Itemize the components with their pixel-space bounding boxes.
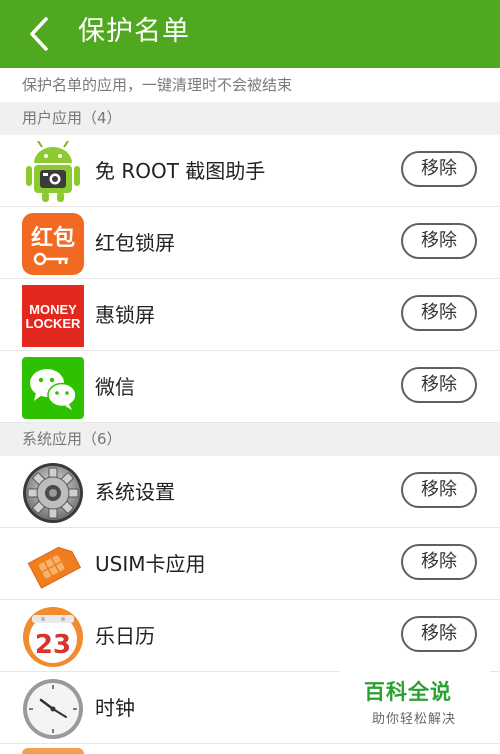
list-item: 23 乐日历 移除 [0, 600, 500, 672]
list-item: USIM卡应用 移除 [0, 528, 500, 600]
remove-button[interactable]: 移除 [401, 151, 477, 187]
list-item: 红包 红包锁屏 移除 [0, 207, 500, 279]
app-name: USIM卡应用 [95, 552, 206, 576]
hongbao-key-icon: 红包 [22, 213, 84, 275]
clock-icon [22, 678, 84, 740]
app-name: 系统设置 [95, 480, 175, 504]
page-title: 保护名单 [78, 16, 190, 47]
remove-button[interactable]: 移除 [401, 367, 477, 403]
remove-button[interactable]: 移除 [401, 472, 477, 508]
watermark-title: 百科全说 [364, 680, 452, 704]
app-bar: 保护名单 [0, 0, 500, 68]
icon-label-line-1: MONEY [29, 302, 77, 317]
chevron-left-icon [30, 17, 48, 51]
gear-icon [22, 462, 84, 524]
section-header-user-apps: 用户应用（4） [0, 102, 500, 135]
page-description: 保护名单的应用，一键清理时不会被结束 [0, 68, 500, 102]
section-header-system-apps: 系统应用（6） [0, 423, 500, 456]
money-locker-icon: MONEY LOCKER [22, 285, 84, 347]
remove-button[interactable]: 移除 [401, 223, 477, 259]
list-item: 免 ROOT 截图助手 移除 [0, 135, 500, 207]
calendar-date: 23 [35, 630, 71, 660]
watermark-subtitle: 助你轻松解决 [372, 712, 457, 727]
app-name: 乐日历 [95, 624, 155, 648]
remove-button[interactable]: 移除 [401, 544, 477, 580]
wechat-icon [22, 357, 84, 419]
app-icon-partial [22, 748, 84, 754]
app-name: 微信 [95, 375, 135, 399]
app-name: 免 ROOT 截图助手 [95, 159, 266, 183]
watermark-logo: 百科全说 助你轻松解决 [340, 668, 490, 734]
app-name: 红包锁屏 [95, 231, 175, 255]
app-name: 时钟 [95, 696, 135, 720]
list-item: 系统设置 移除 [0, 456, 500, 528]
android-camera-icon [22, 140, 84, 203]
icon-label-line-2: LOCKER [26, 316, 82, 331]
list-item-partial [0, 744, 500, 754]
back-button[interactable] [22, 14, 56, 54]
icon-label: 红包 [31, 225, 75, 251]
list-item: MONEY LOCKER 惠锁屏 移除 [0, 279, 500, 351]
remove-button[interactable]: 移除 [401, 616, 477, 652]
list-item: 微信 移除 [0, 351, 500, 423]
remove-button[interactable]: 移除 [401, 295, 477, 331]
app-name: 惠锁屏 [95, 303, 155, 327]
sim-card-icon [22, 534, 84, 596]
calendar-icon: 23 [22, 606, 84, 668]
